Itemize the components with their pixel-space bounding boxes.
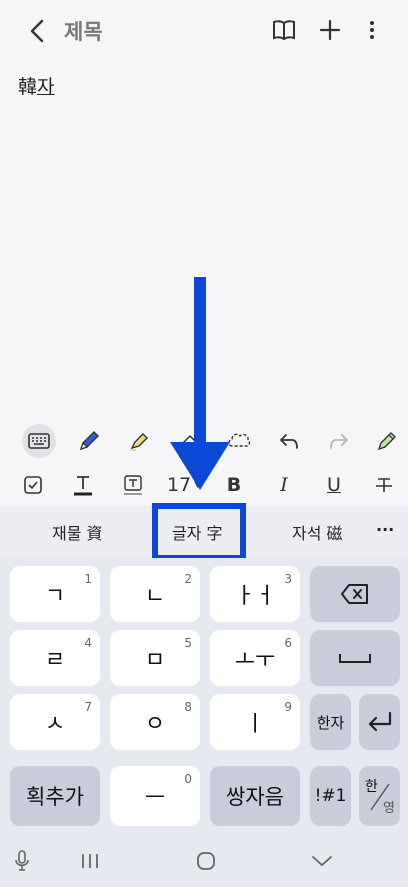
pen-icon[interactable] xyxy=(72,424,106,458)
suggestion-item[interactable]: 자석 磁 xyxy=(292,520,343,544)
underline-button[interactable]: U xyxy=(322,472,346,498)
key-ieung[interactable]: ㅇ8 xyxy=(110,694,200,750)
italic-button[interactable]: I xyxy=(272,472,296,498)
key-a-eo[interactable]: ㅏㅓ 3 xyxy=(210,566,300,622)
double-consonant-key[interactable]: 쌍자음 xyxy=(210,766,300,826)
key-i[interactable]: ㅣ9 xyxy=(210,694,300,750)
back-icon[interactable] xyxy=(24,18,50,44)
page-title[interactable]: 제목 xyxy=(64,16,103,46)
eraser-icon[interactable] xyxy=(172,424,206,458)
language-switch-key[interactable]: 한 영 xyxy=(359,766,400,826)
stroke-add-key[interactable]: 획추가 xyxy=(10,766,100,826)
key-mieum[interactable]: ㅁ5 xyxy=(110,630,200,686)
lasso-icon[interactable] xyxy=(222,424,256,458)
note-body[interactable]: 韓자 xyxy=(18,72,55,99)
system-nav-bar xyxy=(0,833,408,887)
keyboard-icon[interactable] xyxy=(22,424,56,458)
recent-apps-icon[interactable] xyxy=(76,847,104,875)
checkbox-icon[interactable] xyxy=(20,472,46,498)
key-rieul[interactable]: ㄹ4 xyxy=(10,630,100,686)
hide-keyboard-icon[interactable] xyxy=(308,847,336,875)
more-icon[interactable] xyxy=(358,16,386,44)
microphone-icon[interactable] xyxy=(8,847,36,875)
font-size-selector[interactable]: 17 ▼ xyxy=(166,472,202,498)
highlight-box xyxy=(152,503,246,561)
home-icon[interactable] xyxy=(192,847,220,875)
pen-settings-icon[interactable] xyxy=(370,424,404,458)
symbols-key[interactable]: !#1 xyxy=(310,766,351,826)
enter-key[interactable] xyxy=(359,694,400,750)
note-text-composing: 자 xyxy=(37,76,55,98)
backspace-icon xyxy=(341,584,368,604)
space-key[interactable] xyxy=(310,630,400,686)
text-box-icon[interactable] xyxy=(120,472,146,498)
lang-english-label: 영 xyxy=(383,801,395,816)
space-icon xyxy=(339,654,371,663)
text-color-icon[interactable] xyxy=(70,472,96,498)
enter-icon xyxy=(368,711,391,732)
top-app-bar: 제목 xyxy=(0,0,408,60)
format-toolbar: 17 ▼ B I U xyxy=(0,464,408,506)
caret-down-icon: ▼ xyxy=(194,480,202,490)
redo-icon[interactable] xyxy=(322,424,356,458)
suggestion-item[interactable]: 재물 資 xyxy=(52,520,103,544)
key-nieun[interactable]: ㄴ2 xyxy=(110,566,200,622)
undo-icon[interactable] xyxy=(272,424,306,458)
more-suggestions-button[interactable]: ··· xyxy=(376,520,394,539)
slash-icon xyxy=(370,783,390,811)
key-siot[interactable]: ㅅ7 xyxy=(10,694,100,750)
highlighter-icon[interactable] xyxy=(122,424,156,458)
font-size-value: 17 xyxy=(166,474,192,496)
key-o-u[interactable]: ㅗㅜ 6 xyxy=(210,630,300,686)
plus-icon[interactable] xyxy=(316,16,344,44)
bold-button[interactable]: B xyxy=(222,472,246,498)
strikethrough-icon[interactable] xyxy=(372,472,396,498)
book-icon[interactable] xyxy=(270,16,298,44)
hanja-key[interactable]: 한자 xyxy=(310,694,351,750)
keyboard: ㄱ1 ㄴ2 ㅏㅓ 3 ㄹ4 ㅁ5 ㅗㅜ 6 ㅅ7 ㅇ8 ㅣ9 한자 획추가 ㅡ0 쌍… xyxy=(0,558,408,833)
key-eu[interactable]: ㅡ0 xyxy=(110,766,200,826)
drawing-toolbar xyxy=(0,416,408,464)
note-text-plain: 韓 xyxy=(18,76,38,98)
backspace-key[interactable] xyxy=(310,566,400,622)
key-giyeok[interactable]: ㄱ1 xyxy=(10,566,100,622)
